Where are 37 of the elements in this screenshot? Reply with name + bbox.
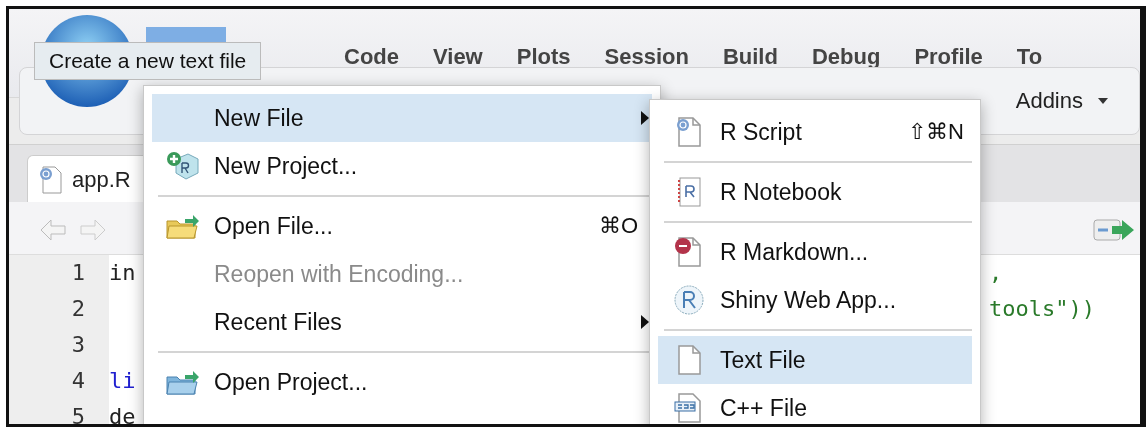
menu-item[interactable]: Text File [658,336,972,384]
menu-item[interactable]: R Notebook [658,168,972,216]
menu-item[interactable]: Code [327,44,416,70]
menu-item[interactable]: Debug [794,44,898,70]
menu-item[interactable]: R Script ⇧⌘N [658,108,972,156]
code-text: in [109,259,136,287]
markdown-document-icon [674,236,704,268]
menu-item[interactable]: Profile [897,44,1000,70]
line-number: 2 [9,291,109,327]
r-document-icon [38,164,64,195]
line-number: 4 [9,363,109,399]
tooltip: Create a new text file [34,42,262,80]
line-number: 3 [9,327,109,363]
project-cube-icon [166,151,200,181]
r-document-icon [674,116,704,148]
r-globe-icon [673,284,705,316]
menu-item[interactable]: C++ File [658,384,972,424]
menu-item[interactable]: Session [587,44,706,70]
submenu-arrow-icon [640,314,650,330]
menu-item[interactable]: Open File... ⌘O [152,202,652,250]
line-number: 5 [9,399,109,424]
menu-item[interactable]: Recent Files [152,298,652,346]
menu-item[interactable]: Shiny Web App... [658,276,972,324]
code-text: tools")) [989,295,1095,323]
code-text: , [989,259,1003,287]
code-text: de [109,403,136,424]
menu-item[interactable]: Plots [499,44,588,70]
addins-button[interactable]: Addins [1015,88,1109,114]
menu-item[interactable]: Build [705,44,795,70]
code-text: li [109,367,136,395]
menu-item[interactable]: R Markdown... [658,228,972,276]
submenu-arrow-icon [640,110,650,126]
menu-item[interactable]: Open Project... [152,358,652,406]
menu-item[interactable]: New File [152,94,652,142]
menu-item[interactable]: To [999,44,1060,70]
line-number: 1 [9,255,109,291]
menu-item[interactable]: View [416,44,500,70]
